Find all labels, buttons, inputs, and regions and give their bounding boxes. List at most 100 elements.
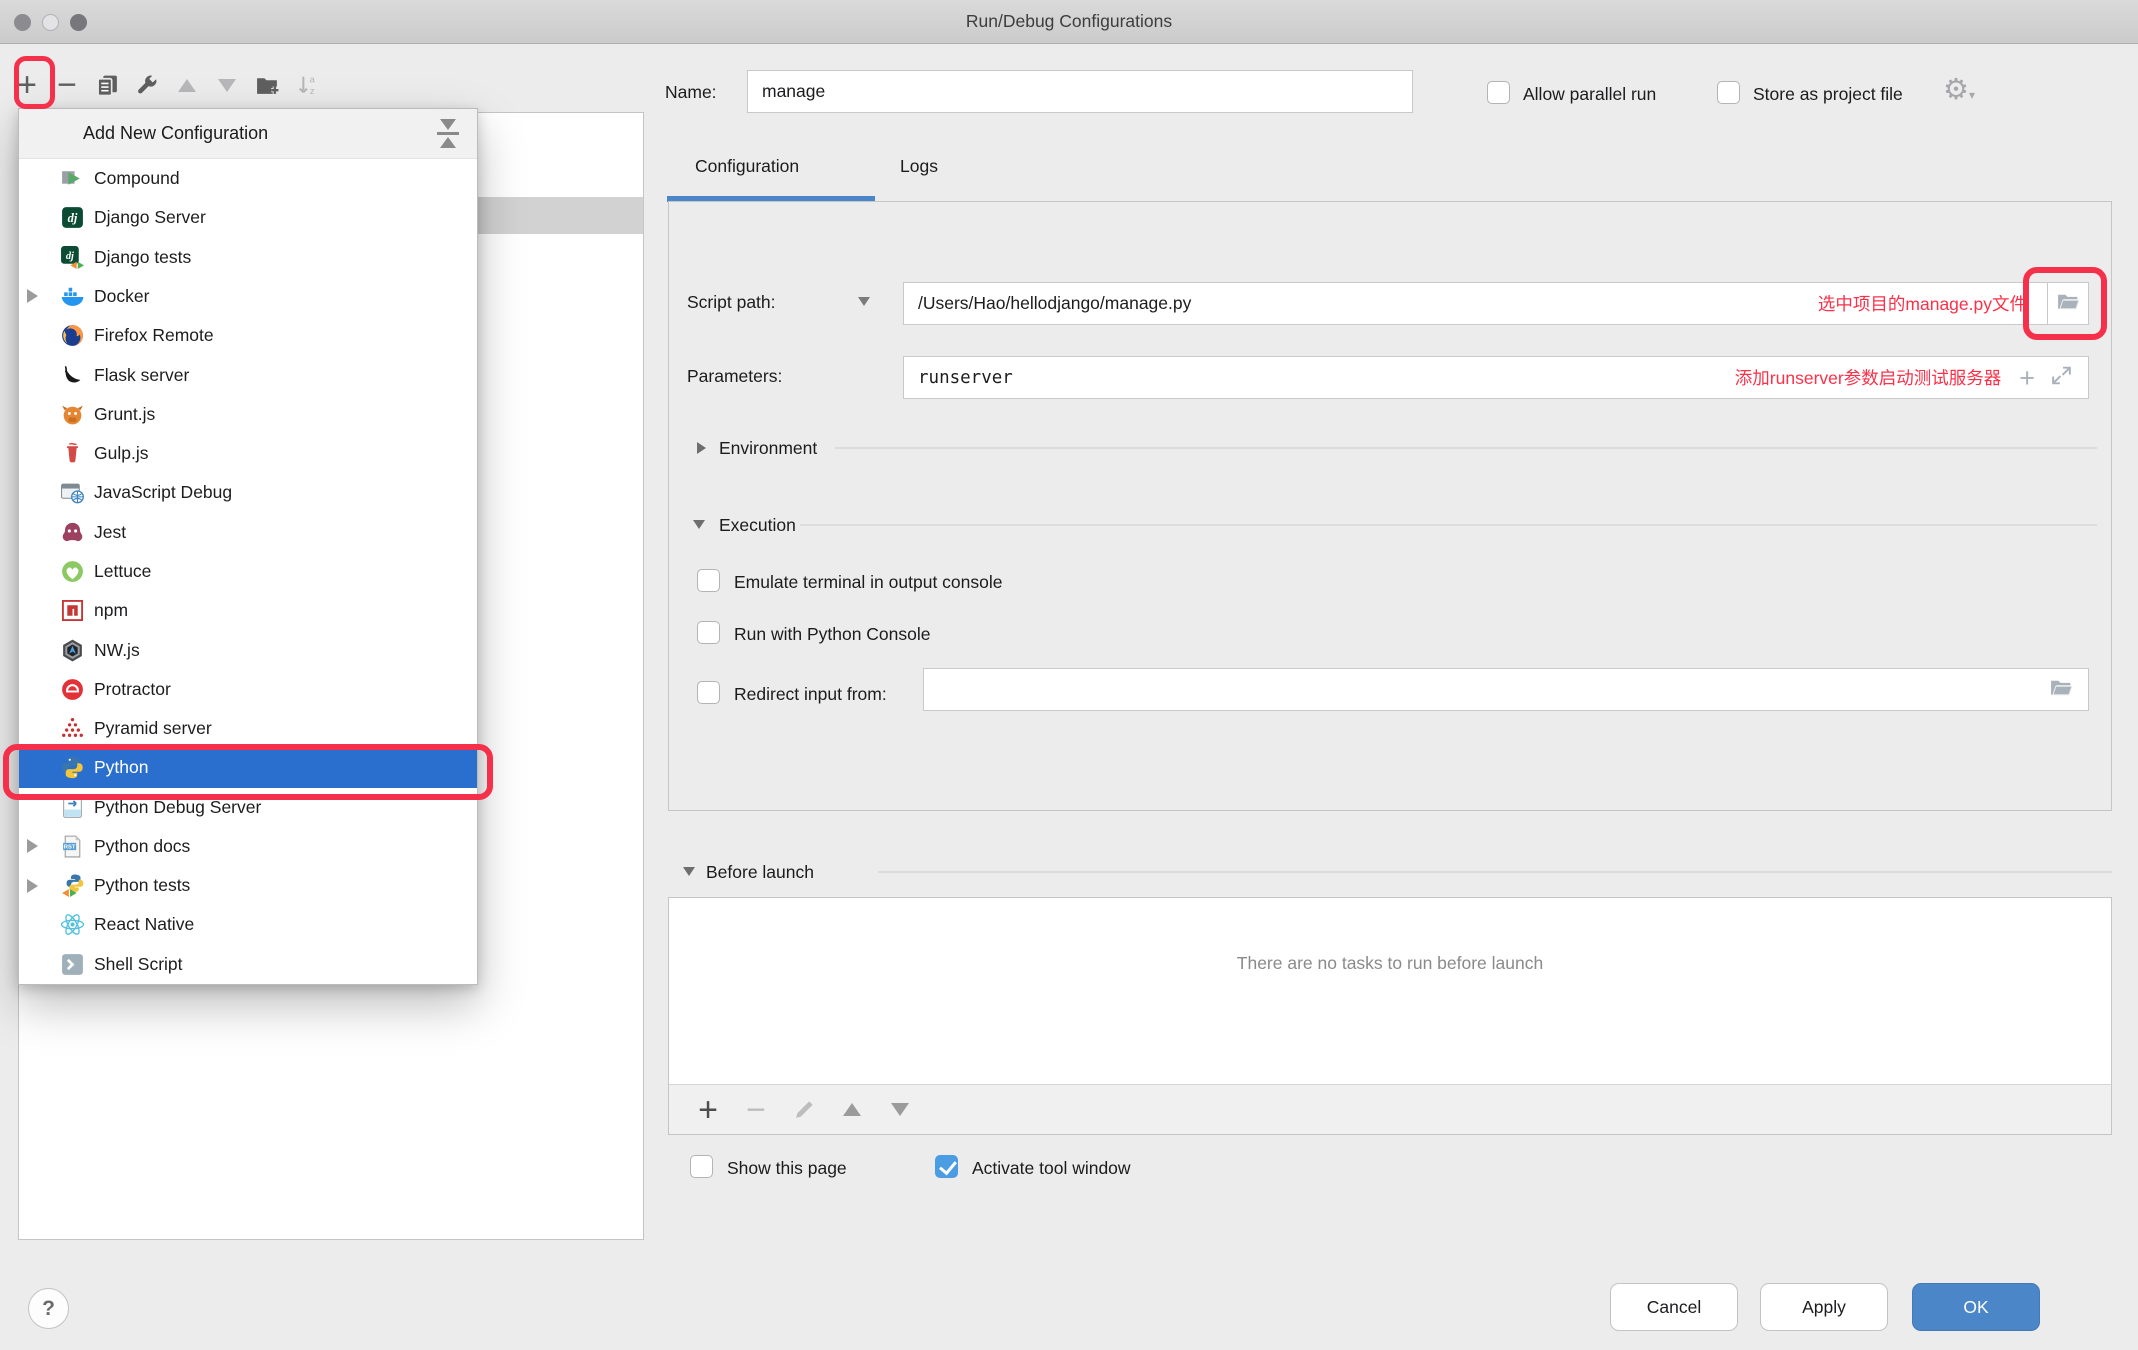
- activate-tool-window-label: Activate tool window: [972, 1158, 1131, 1179]
- remove-icon[interactable]: −: [743, 1097, 769, 1123]
- name-field-wrap: [747, 70, 1413, 113]
- menu-item-pyramid-server[interactable]: Pyramid server: [19, 709, 477, 748]
- menu-item-label: Compound: [94, 168, 180, 189]
- before-launch-toolbar: +−: [669, 1084, 2111, 1134]
- parameters-field[interactable]: runserver 添加runserver参数启动测试服务器 +: [903, 356, 2089, 399]
- menu-item-label: Jest: [94, 522, 126, 543]
- menu-item-docker[interactable]: Docker: [19, 277, 477, 316]
- move-up-icon[interactable]: [839, 1097, 865, 1123]
- emulate-terminal-checkbox[interactable]: [697, 569, 720, 592]
- menu-item-python-tests[interactable]: Python tests: [19, 866, 477, 905]
- popup-header: Add New Configuration: [19, 109, 477, 159]
- name-input[interactable]: [762, 81, 1398, 102]
- add-icon[interactable]: +: [695, 1097, 721, 1123]
- menu-item-label: Grunt.js: [94, 404, 155, 425]
- compound-icon: [59, 166, 85, 192]
- script-path-dropdown-icon[interactable]: [858, 297, 870, 306]
- ok-button[interactable]: OK: [1912, 1283, 2040, 1331]
- python-icon: [59, 755, 85, 781]
- script-path-browse-button[interactable]: [2047, 282, 2089, 325]
- menu-item-label: Protractor: [94, 679, 171, 700]
- menu-item-javascript-debug[interactable]: JavaScript Debug: [19, 473, 477, 512]
- close-window-icon[interactable]: [14, 14, 31, 31]
- nwjs-icon: [59, 637, 85, 663]
- expand-arrow-icon[interactable]: [27, 879, 38, 893]
- menu-item-flask-server[interactable]: Flask server: [19, 355, 477, 394]
- before-launch-collapse-icon[interactable]: [683, 867, 695, 876]
- menu-item-compound[interactable]: Compound: [19, 159, 477, 198]
- script-path-annotation: 选中项目的manage.py文件: [1818, 291, 2027, 316]
- store-as-project-file-checkbox[interactable]: [1717, 81, 1740, 104]
- sort-alphabetically-icon[interactable]: az: [294, 72, 320, 98]
- menu-item-shell-script[interactable]: Shell Script: [19, 945, 477, 984]
- menu-item-label: Python: [94, 757, 148, 778]
- tab-configuration[interactable]: Configuration: [695, 156, 799, 177]
- minimize-window-icon[interactable]: [42, 14, 59, 31]
- svg-text:a: a: [309, 74, 315, 84]
- react-icon: [59, 912, 85, 938]
- run-with-python-console-checkbox[interactable]: [697, 621, 720, 644]
- shell-icon: [59, 951, 85, 977]
- collapse-list-icon[interactable]: [437, 119, 459, 148]
- tab-logs[interactable]: Logs: [900, 156, 938, 177]
- environment-expand-icon[interactable]: [697, 442, 706, 454]
- menu-item-protractor[interactable]: Protractor: [19, 670, 477, 709]
- menu-item-django-tests[interactable]: djDjango tests: [19, 238, 477, 277]
- allow-parallel-run-checkbox[interactable]: [1487, 81, 1510, 104]
- menu-item-label: Pyramid server: [94, 718, 212, 739]
- menu-item-react-native[interactable]: React Native: [19, 905, 477, 944]
- expand-arrow-icon[interactable]: [27, 289, 38, 303]
- gulp-icon: [59, 441, 85, 467]
- svg-text:RST: RST: [63, 844, 75, 850]
- menu-item-python-debug-server[interactable]: Python Debug Server: [19, 788, 477, 827]
- firefox-icon: [59, 323, 85, 349]
- menu-item-python[interactable]: Python: [19, 748, 477, 787]
- menu-item-grunt-js[interactable]: Grunt.js: [19, 395, 477, 434]
- apply-button[interactable]: Apply: [1760, 1283, 1888, 1331]
- menu-item-jest[interactable]: Jest: [19, 513, 477, 552]
- menu-item-gulp-js[interactable]: Gulp.js: [19, 434, 477, 473]
- zoom-window-icon[interactable]: [70, 14, 87, 31]
- edit-defaults-wrench-icon[interactable]: [134, 72, 160, 98]
- expand-field-icon[interactable]: [2049, 363, 2074, 393]
- menu-item-firefox-remote[interactable]: Firefox Remote: [19, 316, 477, 355]
- move-down-icon[interactable]: [887, 1097, 913, 1123]
- expand-arrow-icon[interactable]: [27, 839, 38, 853]
- menu-item-label: Django Server: [94, 207, 206, 228]
- execution-collapse-icon[interactable]: [693, 520, 705, 529]
- remove-icon[interactable]: −: [54, 72, 80, 98]
- menu-item-label: Lettuce: [94, 561, 151, 582]
- redirect-input-checkbox[interactable]: [697, 681, 720, 704]
- lettuce-icon: [59, 558, 85, 584]
- move-down-icon[interactable]: [214, 72, 240, 98]
- environment-section-label: Environment: [719, 438, 817, 459]
- show-this-page-checkbox[interactable]: [690, 1155, 713, 1178]
- new-folder-icon[interactable]: [254, 72, 280, 98]
- menu-item-npm[interactable]: npm: [19, 591, 477, 630]
- js-debug-icon: [59, 480, 85, 506]
- svg-text:dj: dj: [67, 212, 77, 226]
- cancel-button[interactable]: Cancel: [1610, 1283, 1738, 1331]
- menu-item-lettuce[interactable]: Lettuce: [19, 552, 477, 591]
- gear-icon[interactable]: ⚙▾: [1943, 76, 1975, 105]
- help-button[interactable]: ?: [28, 1288, 69, 1329]
- run-with-python-console-label: Run with Python Console: [734, 624, 931, 645]
- edit-pencil-icon[interactable]: [791, 1097, 817, 1123]
- title-bar: Run/Debug Configurations: [0, 0, 2138, 44]
- menu-item-label: React Native: [94, 914, 194, 935]
- menu-item-label: Shell Script: [94, 954, 183, 975]
- menu-item-label: Python tests: [94, 875, 190, 896]
- redirect-input-field[interactable]: [923, 668, 2089, 711]
- execution-divider: [800, 524, 2097, 526]
- copy-icon[interactable]: [94, 72, 120, 98]
- move-up-icon[interactable]: [174, 72, 200, 98]
- activate-tool-window-checkbox[interactable]: [935, 1155, 958, 1178]
- menu-item-nw-js[interactable]: NW.js: [19, 630, 477, 669]
- add-icon[interactable]: +: [14, 72, 40, 98]
- menu-item-django-server[interactable]: dj Django Server: [19, 198, 477, 237]
- menu-item-python-docs[interactable]: RSTPython docs: [19, 827, 477, 866]
- menu-item-label: Flask server: [94, 365, 189, 386]
- add-new-configuration-popup: Add New Configuration Compound dj Django S…: [18, 108, 478, 985]
- script-path-field[interactable]: /Users/Hao/hellodjango/manage.py 选中项目的ma…: [903, 282, 2047, 325]
- open-folder-icon[interactable]: [2049, 675, 2074, 705]
